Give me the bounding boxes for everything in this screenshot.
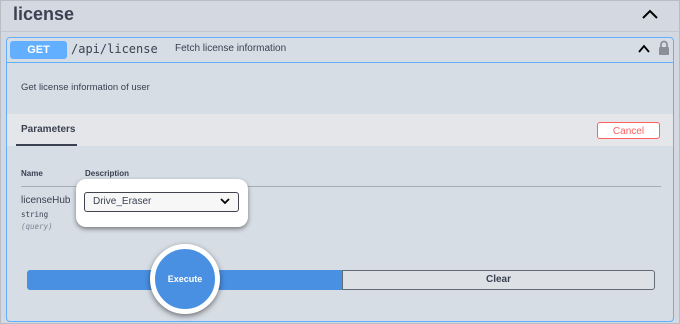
license-hub-select[interactable]: Drive_Eraser [84, 192, 239, 212]
method-badge: GET [10, 41, 67, 59]
cancel-button[interactable]: Cancel [597, 122, 660, 139]
section-header[interactable]: license [1, 1, 679, 32]
operation-path: /api/license [71, 42, 158, 56]
parameters-bar: Parameters [7, 114, 673, 146]
parameter-type: string [21, 210, 49, 219]
clear-button[interactable]: Clear [342, 270, 655, 290]
select-highlight: Drive_Eraser [76, 179, 248, 227]
lock-icon[interactable] [658, 40, 670, 56]
operation-block: GET /api/license Fetch license informati… [6, 37, 674, 322]
execute-highlight[interactable]: Execute [150, 244, 220, 314]
tab-parameters[interactable]: Parameters [16, 124, 77, 146]
chevron-down-icon [220, 198, 230, 205]
column-header-description: Description [85, 169, 130, 178]
chevron-up-icon[interactable] [637, 43, 651, 55]
operation-summary[interactable]: GET /api/license Fetch license informati… [7, 38, 673, 63]
section-title: license [13, 4, 75, 24]
operation-description: Get license information of user [21, 82, 150, 93]
operation-summary-text: Fetch license information [175, 43, 287, 54]
column-header-name: Name [21, 169, 43, 178]
parameter-location: (query) [21, 222, 53, 231]
chevron-up-icon[interactable] [641, 7, 659, 21]
parameter-name: licenseHub [21, 195, 71, 206]
selected-value: Drive_Eraser [93, 196, 152, 207]
api-section: license GET /api/license Fetch license i… [0, 0, 680, 324]
execute-label: Execute [167, 274, 203, 284]
